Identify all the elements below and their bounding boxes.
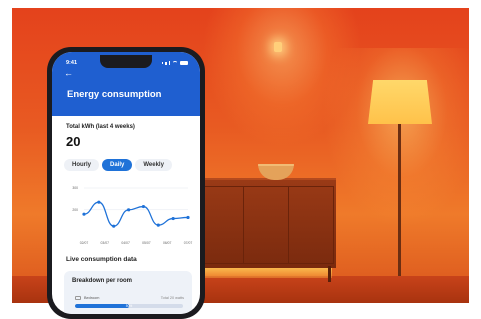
signal-icon: [161, 62, 163, 64]
data-point: [141, 204, 146, 209]
room-progress-percent: 50%: [125, 304, 133, 308]
tab-hourly[interactable]: Hourly: [64, 159, 100, 171]
x-tick-label: 06/07: [163, 241, 172, 245]
battery-icon: [180, 61, 188, 65]
tab-daily[interactable]: Daily: [102, 159, 133, 171]
signal-icon: [165, 61, 167, 65]
y-tick-label: 300: [72, 186, 78, 190]
total-kwh-label: Total kWh (last 4 weeks): [66, 124, 135, 130]
data-point: [112, 224, 116, 228]
status-time: 9:41: [66, 60, 78, 66]
series-line: [83, 201, 189, 227]
lamp-glow: [322, 48, 469, 228]
data-point: [186, 215, 190, 220]
y-tick-label: 200: [72, 208, 78, 212]
app-header: 9:41 ← Energy consumption: [52, 52, 200, 116]
data-point: [126, 208, 131, 212]
signal-icon: [168, 61, 170, 65]
room-breakdown-card[interactable]: Breakdown per room Bedroom Total 20 watt…: [64, 271, 192, 314]
floor-lamp-pole: [398, 124, 401, 294]
phone-notch: [100, 55, 152, 68]
x-tick-label: 03/07: [101, 241, 110, 245]
room-total: Total 20 watts: [160, 296, 184, 300]
room-name: Bedroom: [84, 296, 100, 300]
floor-lamp-shade: [368, 80, 432, 124]
page-title: Energy consumption: [67, 89, 162, 100]
tab-weekly[interactable]: Weekly: [135, 159, 172, 171]
phone-screen: 9:41 ← Energy consumption Total kWh (las…: [52, 52, 200, 314]
sideboard: [194, 178, 336, 268]
bed-icon: [75, 296, 81, 300]
data-point: [82, 212, 86, 216]
room-progress-track: 50%: [75, 304, 183, 308]
sideboard-door: [243, 186, 289, 264]
consumption-line-chart: 300 200 02/07 03/07 04/07 05/07 06/07 07/07: [72, 186, 193, 245]
total-kwh-value: 20: [66, 134, 81, 149]
x-tick-label: 05/07: [142, 241, 151, 245]
data-point: [97, 200, 101, 204]
ceiling-spotlight: [274, 42, 282, 52]
smartphone: 9:41 ← Energy consumption Total kWh (las…: [47, 47, 205, 319]
period-tabs: Hourly Daily Weekly: [64, 159, 172, 171]
room-card-title: Breakdown per room: [72, 278, 133, 284]
data-point: [156, 223, 160, 227]
back-arrow-icon[interactable]: ←: [64, 69, 73, 78]
sideboard-door: [288, 186, 334, 264]
x-tick-label: 02/07: [80, 241, 89, 245]
x-tick-label: 04/07: [121, 241, 130, 245]
wifi-icon: [172, 61, 178, 65]
data-point: [171, 216, 175, 221]
x-tick-label: 07/07: [184, 241, 193, 245]
sideboard-leg: [328, 266, 331, 282]
live-consumption-label: Live consumption data: [66, 256, 137, 263]
status-icons: [161, 61, 188, 65]
